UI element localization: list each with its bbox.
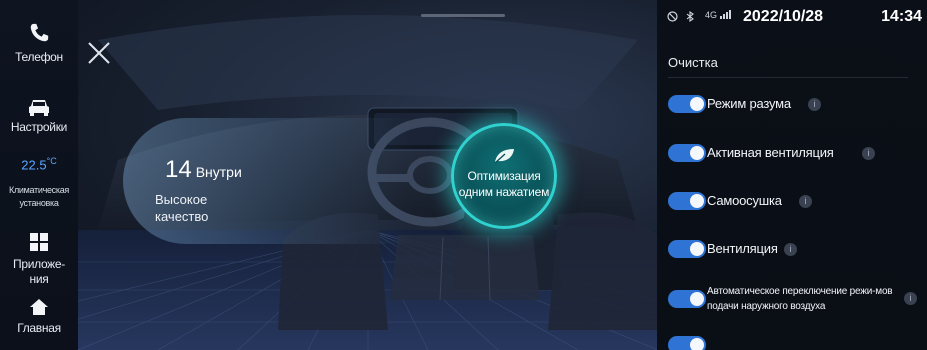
sidebar-item-label: установка [19,198,59,209]
toggle-switch[interactable] [668,144,706,162]
sidebar-item-climate[interactable]: 22.5°C Климатическая установка [0,156,78,210]
toggle-switch[interactable] [668,192,706,210]
toggle-switch[interactable] [668,290,706,308]
option-label: Автоматическое переключение режи-мов под… [707,286,893,312]
option-label: Самоосушка [707,193,782,208]
panel-title: Очистка [668,55,718,70]
info-icon[interactable]: i [808,98,821,111]
divider [668,77,908,78]
sidebar-item-label: Главная [17,321,61,335]
sidebar-item-label: ния [29,272,49,286]
info-icon[interactable]: i [904,292,917,305]
option-label: Активная вентиляция [707,145,834,160]
network-signal: 4G [705,10,732,20]
phone-icon [30,23,49,42]
optimization-label: Оптимизация одним нажатием [458,169,550,199]
sidebar-item-settings[interactable]: Настройки [0,98,78,135]
screen: 14 Внутри Высокое качество Оптимизация од… [0,0,927,350]
signal-bars-icon [719,10,731,19]
close-icon[interactable] [86,40,112,66]
air-quality-unit: Внутри [195,164,242,180]
air-quality-description: Высокое качество [155,192,209,224]
home-icon [30,299,48,315]
toggle-switch[interactable] [668,240,706,258]
info-icon[interactable]: i [784,243,797,256]
bluetooth-icon [686,11,694,22]
sidebar-item-phone[interactable]: Телефон [0,22,78,65]
leaf-icon [494,149,514,164]
sidebar-item-label: Приложе- [13,257,65,271]
toggle-switch[interactable] [668,336,706,350]
status-bar: 4G 2022/10/28 14:34 [657,0,927,34]
sidebar: Телефон Настройки 22.5°C Климатическая у… [0,0,78,350]
info-icon[interactable]: i [862,147,875,160]
option-label: Режим разума [707,96,791,111]
sidebar-item-label: Телефон [15,50,63,64]
drag-handle[interactable] [421,14,505,17]
one-touch-optimization-button[interactable]: Оптимизация одним нажатием [451,123,557,229]
car-icon [29,100,49,116]
no-sound-icon [667,11,678,22]
purification-panel: 4G 2022/10/28 14:34 Очистка Режим разума… [657,0,927,350]
info-icon[interactable]: i [799,195,812,208]
climate-temperature: 22.5°C [21,156,57,173]
sidebar-item-label: Климатическая [9,185,69,196]
sidebar-item-label: Настройки [10,120,68,134]
toggle-switch[interactable] [668,95,706,113]
option-label: Вентиляция [707,241,778,256]
status-date: 2022/10/28 [743,8,824,25]
status-time: 14:34 [881,8,922,25]
apps-grid-icon [30,233,48,251]
sidebar-item-apps[interactable]: Приложе- ния [0,232,78,287]
air-quality-value: 14 Внутри [165,156,242,183]
sidebar-item-home[interactable]: Главная [0,298,78,336]
